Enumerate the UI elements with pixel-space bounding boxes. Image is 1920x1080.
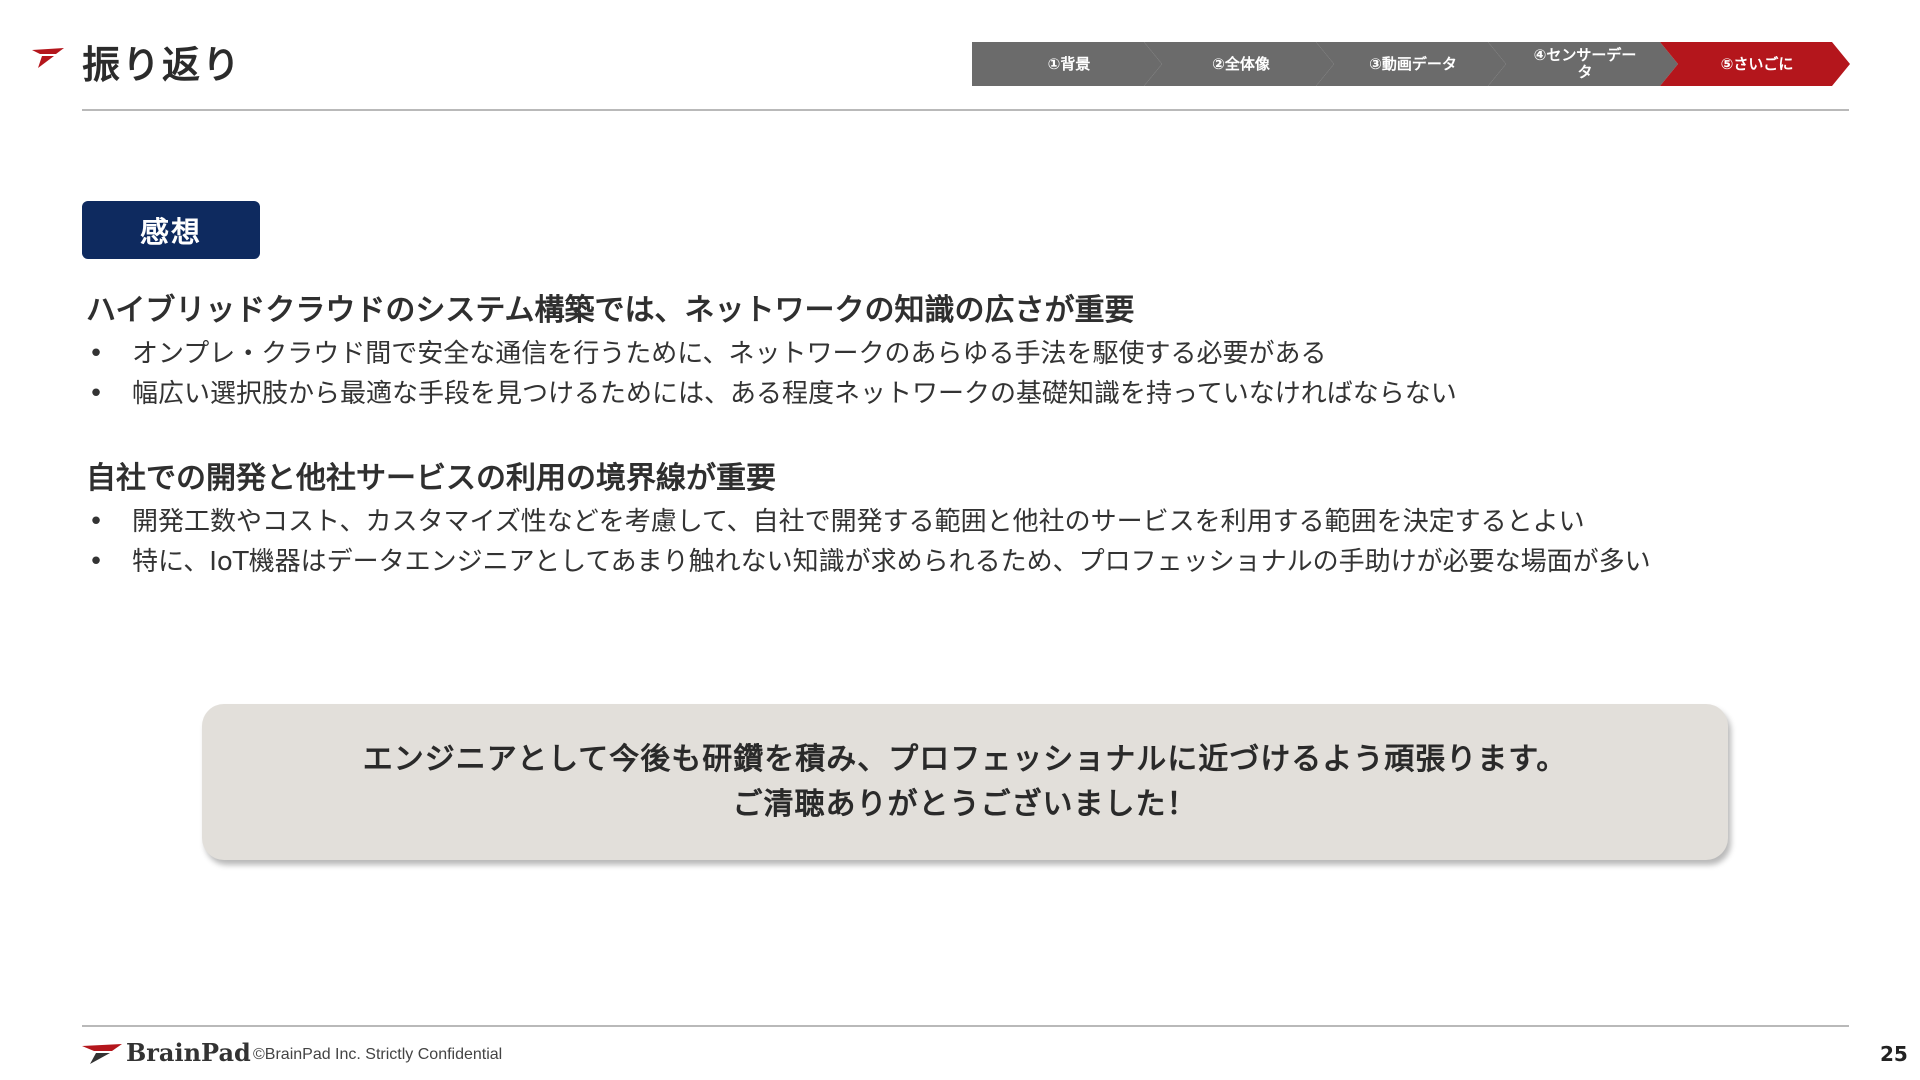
footer-divider: [82, 1025, 1849, 1027]
bullet-text: 特に、IoT機器はデータエンジニアとしてあまり触れない知識が求められるため、プロ…: [132, 547, 1651, 577]
step-label: ③動画データ: [1369, 54, 1457, 73]
bullet-item: • 特に、IoT機器はデータエンジニアとしてあまり触れない知識が求められるため、プ…: [86, 542, 1846, 582]
bullet-text: 幅広い選択肢から最適な手段を見つけるためには、ある程度ネットワークの基礎知識を持…: [132, 379, 1457, 409]
page-title: 振り返り: [82, 43, 243, 87]
bullet-dot-icon: •: [88, 379, 104, 409]
bullet-text: オンプレ・クラウド間で安全な通信を行うために、ネットワークのあらゆる手法を駆使す…: [132, 339, 1327, 369]
step-navigation: ①背景 ②全体像 ③動画データ ④センサーデー タ ⑤さいごに: [972, 42, 1852, 92]
section-heading: ハイブリッドクラウドのシステム構築では、ネットワークの知識の広さが重要: [86, 293, 1135, 328]
step-5-closing[interactable]: ⑤さいごに: [1660, 42, 1850, 86]
bullet-dot-icon: •: [88, 547, 104, 577]
bullet-dot-icon: •: [88, 507, 104, 537]
closing-line-2: ご清聴ありがとうございました！: [732, 787, 1198, 822]
section-network: ハイブリッドクラウドのシステム構築では、ネットワークの知識の広さが重要 • オンプ…: [86, 288, 1846, 414]
bullet-list: • オンプレ・クラウド間で安全な通信を行うために、ネットワークのあらゆる手法を駆使…: [86, 334, 1846, 414]
step-label: ①背景: [1047, 54, 1091, 73]
closing-message-box: エンジニアとして今後も研鑽を積み、プロフェッショナルに近づけるよう頑張ります。 …: [202, 704, 1728, 860]
step-1-background[interactable]: ①背景: [972, 42, 1162, 86]
content-body: ハイブリッドクラウドのシステム構築では、ネットワークの知識の広さが重要 • オンプ…: [86, 288, 1846, 582]
step-label: ④センサーデー タ: [1533, 46, 1637, 81]
brand-mark-icon: [30, 46, 66, 72]
step-2-overview[interactable]: ②全体像: [1144, 42, 1334, 86]
header-divider: [82, 109, 1849, 111]
step-label: ②全体像: [1212, 54, 1270, 73]
page-number: 25: [1880, 1042, 1908, 1066]
bullet-list: • 開発工数やコスト、カスタマイズ性などを考慮して、自社で開発する範囲と他社のサー…: [86, 502, 1846, 582]
step-3-video-data[interactable]: ③動画データ: [1316, 42, 1506, 86]
bullet-item: • オンプレ・クラウド間で安全な通信を行うために、ネットワークのあらゆる手法を駆使…: [86, 334, 1846, 374]
bullet-item: • 幅広い選択肢から最適な手段を見つけるためには、ある程度ネットワークの基礎知識を…: [86, 374, 1846, 414]
bullet-item: • 開発工数やコスト、カスタマイズ性などを考慮して、自社で開発する範囲と他社のサー…: [86, 502, 1846, 542]
brainpad-logo-mark-icon: [82, 1044, 122, 1064]
bullet-dot-icon: •: [88, 339, 104, 369]
section-boundary: 自社での開発と他社サービスの利用の境界線が重要 • 開発工数やコスト、カスタマイズ…: [86, 456, 1846, 582]
bullet-text: 開発工数やコスト、カスタマイズ性などを考慮して、自社で開発する範囲と他社のサービ…: [132, 507, 1585, 537]
copyright-notice: ©BrainPad Inc. Strictly Confidential: [253, 1046, 503, 1063]
brand-name: BrainPad: [126, 1038, 251, 1067]
closing-line-1: エンジニアとして今後も研鑽を積み、プロフェッショナルに近づけるよう頑張ります。: [362, 742, 1568, 777]
impressions-label: 感想: [82, 201, 260, 259]
step-label: ⑤さいごに: [1720, 54, 1794, 73]
step-4-sensor-data[interactable]: ④センサーデー タ: [1488, 42, 1678, 86]
brainpad-logo: BrainPad: [80, 1038, 251, 1068]
section-heading: 自社での開発と他社サービスの利用の境界線が重要: [86, 461, 776, 496]
